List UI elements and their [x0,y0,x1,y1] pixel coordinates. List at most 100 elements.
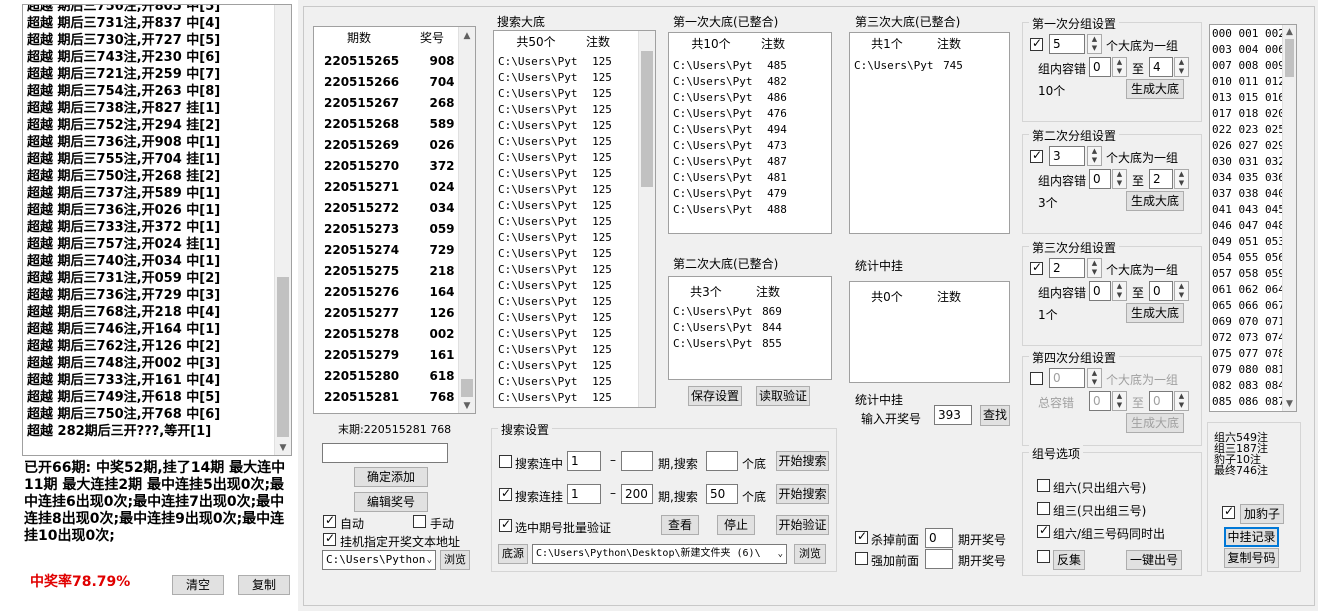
list-item[interactable]: C:\Users\Pyt125 [498,230,622,246]
tolerance-from[interactable]: 0 [1089,281,1111,301]
group-enable-checkbox[interactable] [1030,260,1043,275]
list-item[interactable]: C:\Users\Pyt125 [498,374,622,390]
numbers-scrollbar[interactable]: ▲ ▼ [1282,25,1296,411]
numbers-scroll-thumb[interactable] [1285,39,1294,77]
list-item[interactable]: C:\Users\Pyt125 [498,102,622,118]
leopard-checkbox[interactable] [1222,504,1235,519]
draws-scroll-down-icon[interactable]: ▼ [459,401,475,411]
list-item[interactable]: C:\Users\Pyt125 [498,294,622,310]
read-verify-button[interactable]: 读取验证 [756,386,810,406]
list-item[interactable]: C:\Users\Pyt125 [498,150,622,166]
log-listbox[interactable]: 超越 期后三756注,开805 中[5] 超越 期后三731注,开837 中[4]… [22,4,292,456]
table-row[interactable]: 220515277 126 [324,303,460,324]
tolerance-to-spinner[interactable]: ▲ ▼ [1174,57,1189,77]
list-item[interactable]: C:\Users\Pyt125 [498,342,622,358]
group-size-spinner[interactable]: ▲ ▼ [1087,34,1102,54]
tolerance-to[interactable]: 0 [1149,391,1173,411]
table-row[interactable]: 220515271 024 [324,177,460,198]
list-item[interactable]: C:\Users\Pyt125 [498,310,622,326]
list-item[interactable]: C:\Users\Pyt125 [498,134,622,150]
search-base-col-total[interactable]: 共50个 [494,31,578,53]
tolerance-to-spinner[interactable]: ▲ ▼ [1174,391,1189,411]
table-row[interactable]: 220515281 768 [324,387,460,408]
manual-checkbox[interactable] [413,515,426,528]
tolerance-to[interactable]: 0 [1149,281,1173,301]
stat-hit-col-count[interactable]: 注数 [924,286,974,308]
list-item[interactable]: C:\Users\Pyt125 [498,198,622,214]
numbers-listbox[interactable]: 000 001 002 003 004 006 007 008 009 010 011… [1209,24,1297,412]
draws-scroll-thumb[interactable] [461,379,473,397]
list-item[interactable]: C:\Users\Pyt125 [498,166,622,182]
table-row[interactable]: 220515270 372 [324,156,460,177]
group-size-input[interactable]: 2 [1049,258,1085,278]
list-item[interactable]: C:\Users\Pyt125 [498,86,622,102]
tolerance-from[interactable]: 0 [1089,169,1111,189]
list-item[interactable]: C:\Users\Pyt 855 [673,336,797,352]
search-hit-to[interactable] [621,451,653,471]
list-item[interactable]: C:\Users\Pyt 494 [673,122,797,138]
list-item[interactable]: C:\Users\Pyt 485 [673,58,797,74]
list-item[interactable]: C:\Users\Pyt125 [498,390,622,406]
kill-checkbox[interactable] [855,529,868,544]
tolerance-to[interactable]: 4 [1149,57,1173,77]
list-item[interactable]: C:\Users\Pyt125 [498,70,622,86]
tolerance-to[interactable]: 2 [1149,169,1173,189]
col-period-header[interactable]: 期数 [314,27,404,49]
add-leopard-button[interactable]: 加豹子 [1240,504,1284,524]
search-hit-from[interactable]: 1 [567,451,601,471]
table-row[interactable]: 220515268 589 [324,114,460,135]
group-size-input[interactable]: 0 [1049,368,1085,388]
list-item[interactable]: C:\Users\Pyt 479 [673,186,797,202]
group-size-spinner[interactable]: ▲ ▼ [1087,258,1102,278]
table-row[interactable]: 220515276 164 [324,282,460,303]
list-item[interactable]: C:\Users\Pyt125 [498,358,622,374]
list-item[interactable]: C:\Users\Pyt 486 [673,90,797,106]
list-item[interactable]: C:\Users\Pyt 844 [673,320,797,336]
group-size-spinner[interactable]: ▲ ▼ [1087,146,1102,166]
search-miss-from[interactable]: 1 [567,484,601,504]
search-miss-count[interactable]: 50 [706,484,738,504]
find-button[interactable]: 查找 [980,405,1010,426]
save-settings-button[interactable]: 保存设置 [688,386,742,406]
numbers-scroll-up-icon[interactable]: ▲ [1283,27,1296,37]
first-col-total[interactable]: 共10个 [669,33,753,55]
table-row[interactable]: 220515267 268 [324,93,460,114]
hook-checkbox[interactable] [323,531,336,546]
opt-both-checkbox[interactable] [1037,523,1050,538]
clear-button[interactable]: 清空 [172,575,224,595]
one-key-button[interactable]: 一键出号 [1126,550,1182,570]
list-item[interactable]: C:\Users\Pyt125 [498,118,622,134]
group-size-spinner[interactable]: ▲ ▼ [1087,368,1102,388]
group-enable-checkbox[interactable] [1030,372,1043,385]
base-source-button[interactable]: 底源 [498,544,528,564]
search-miss-to[interactable]: 200 [621,484,653,504]
log-scroll-down-icon[interactable]: ▼ [275,443,291,453]
table-row[interactable]: 220515274 729 [324,240,460,261]
list-item[interactable]: C:\Users\Pyt 745 [854,58,978,74]
third-listview[interactable]: 共1个 注数 C:\Users\Pyt 745 [849,32,1010,234]
tolerance-from-spinner[interactable]: ▲ ▼ [1112,281,1127,301]
auto-checkbox[interactable] [323,513,336,528]
list-item[interactable]: C:\Users\Pyt125 [498,182,622,198]
draws-scroll-up-icon[interactable]: ▲ [459,31,475,41]
tolerance-from-spinner[interactable]: ▲ ▼ [1112,391,1127,411]
third-col-count[interactable]: 注数 [924,33,974,55]
opt-group3-checkbox[interactable] [1037,502,1050,515]
group-size-input[interactable]: 3 [1049,146,1085,166]
browse-hook-button[interactable]: 浏览 [440,550,470,570]
list-item[interactable]: C:\Users\Pyt125 [498,246,622,262]
list-item[interactable]: C:\Users\Pyt 488 [673,202,797,218]
list-item[interactable]: C:\Users\Pyt125 [498,54,622,70]
confirm-add-button[interactable]: 确定添加 [354,467,428,487]
group-enable-checkbox[interactable] [1030,148,1043,163]
list-item[interactable]: C:\Users\Pyt125 [498,262,622,278]
list-item[interactable]: C:\Users\Pyt 482 [673,74,797,90]
table-row[interactable]: 220515266 704 [324,72,460,93]
draw-input[interactable] [322,443,448,463]
draws-listview[interactable]: 期数 奖号 220515265 908 220515266 704 220515267 2… [313,26,476,414]
list-item[interactable]: C:\Users\Pyt125 [498,278,622,294]
hit-record-button[interactable]: 中挂记录 [1224,527,1279,547]
tolerance-from-spinner[interactable]: ▲ ▼ [1112,169,1127,189]
copy-log-button[interactable]: 复制 [238,575,290,595]
table-row[interactable]: 220515272 034 [324,198,460,219]
